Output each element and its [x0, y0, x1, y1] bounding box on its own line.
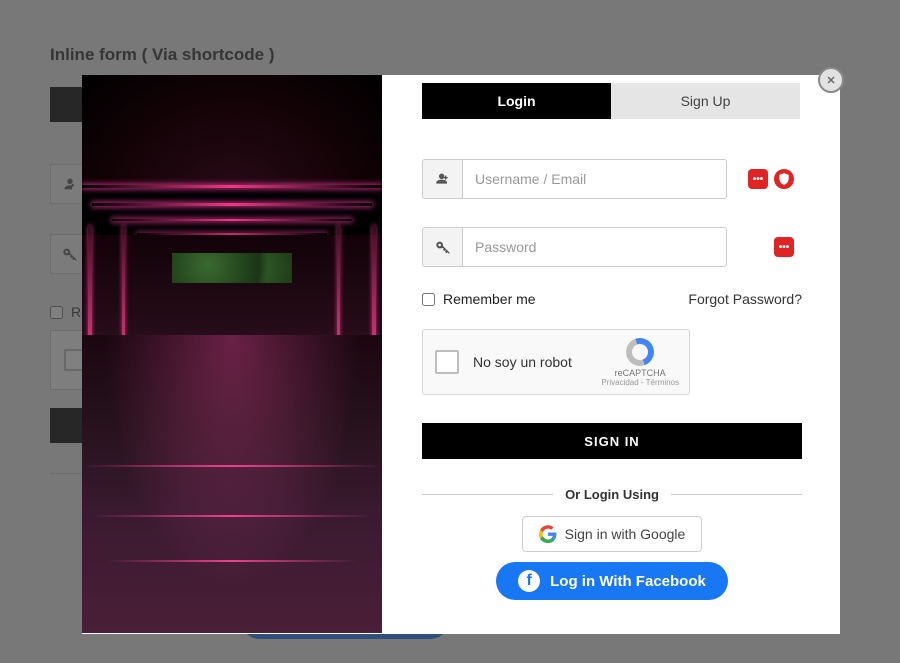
recaptcha-checkbox[interactable]: [435, 350, 459, 374]
remember-forgot-row: Remember me Forgot Password?: [422, 291, 802, 307]
sign-in-button[interactable]: SIGN IN: [422, 423, 802, 459]
social-login-buttons: Sign in with Google f Log in With Facebo…: [422, 516, 802, 600]
close-button[interactable]: [818, 67, 844, 93]
recaptcha-icon: [626, 338, 654, 366]
or-divider: Or Login Using: [422, 487, 802, 502]
or-text: Or Login Using: [553, 487, 671, 502]
password-manager-icon[interactable]: •••: [748, 169, 768, 189]
facebook-login-button[interactable]: f Log in With Facebook: [496, 562, 728, 600]
recaptcha-logo: reCAPTCHA Privacidad - Términos: [601, 338, 679, 387]
modal-hero-image: [82, 75, 382, 633]
modal-form-panel: Login Sign Up •••: [382, 75, 840, 634]
tab-signup[interactable]: Sign Up: [611, 83, 800, 119]
divider-line: [422, 494, 553, 495]
google-signin-button[interactable]: Sign in with Google: [522, 516, 703, 552]
google-icon: [539, 525, 557, 543]
user-add-icon: [422, 159, 462, 199]
username-input[interactable]: [462, 159, 727, 199]
auth-tabs: Login Sign Up: [382, 83, 840, 119]
tab-login[interactable]: Login: [422, 83, 611, 119]
password-input[interactable]: [462, 227, 727, 267]
recaptcha-privacy: Privacidad - Términos: [601, 378, 679, 387]
login-form: ••• ••• Remember me: [382, 119, 840, 600]
password-manager-icon[interactable]: •••: [774, 237, 794, 257]
browser-shield-icon[interactable]: [774, 169, 794, 189]
google-button-label: Sign in with Google: [565, 526, 686, 542]
forgot-password-link[interactable]: Forgot Password?: [688, 291, 802, 307]
close-icon: [825, 74, 837, 86]
divider-line: [671, 494, 802, 495]
remember-me-text: Remember me: [443, 291, 536, 307]
recaptcha-label: No soy un robot: [473, 354, 572, 370]
username-row: •••: [422, 159, 802, 199]
recaptcha-widget[interactable]: No soy un robot reCAPTCHA Privacidad - T…: [422, 329, 690, 395]
facebook-icon: f: [518, 570, 540, 592]
remember-me-checkbox[interactable]: [422, 293, 435, 306]
password-row: •••: [422, 227, 802, 267]
remember-me-label[interactable]: Remember me: [422, 291, 536, 307]
login-modal: Login Sign Up •••: [82, 75, 840, 634]
recaptcha-brand: reCAPTCHA: [615, 368, 666, 378]
key-icon: [422, 227, 462, 267]
facebook-button-label: Log in With Facebook: [550, 573, 706, 590]
